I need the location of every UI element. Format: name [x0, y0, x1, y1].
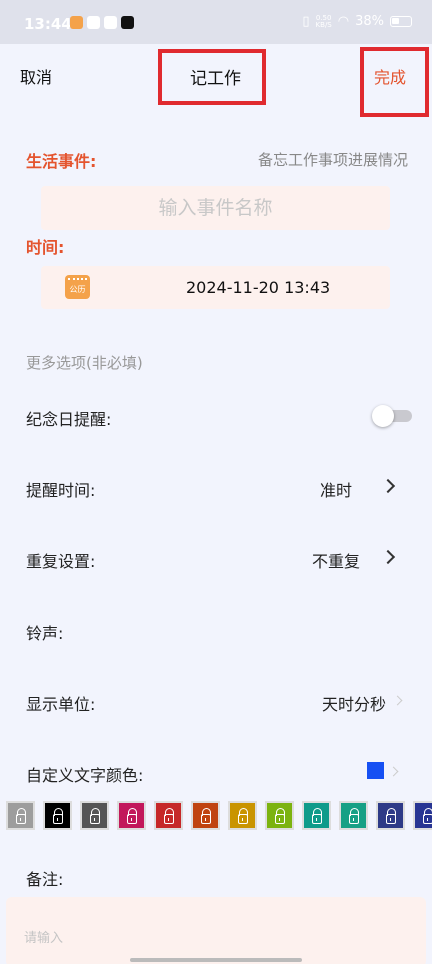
lock-icon — [349, 808, 359, 824]
lock-icon — [238, 808, 248, 824]
datetime-value: 2024-11-20 13:43 — [186, 278, 331, 297]
status-bar: 13:44 ▯ 0.50 KB/S ◠ 38% — [0, 0, 432, 44]
battery-text: 38% — [355, 14, 384, 29]
anniversary-toggle[interactable] — [372, 405, 412, 427]
event-label: 生活事件: — [26, 152, 97, 171]
lock-icon — [127, 808, 137, 824]
color-swatch[interactable] — [117, 801, 146, 830]
repeat-value[interactable]: 不重复 — [312, 548, 360, 572]
lock-icon — [53, 808, 63, 824]
remind-time-value[interactable]: 准时 — [320, 477, 352, 501]
datetime-picker[interactable]: 公历 2024-11-20 13:43 — [41, 266, 390, 309]
lock-icon — [16, 808, 26, 824]
calendar-icon: 公历 — [65, 275, 90, 299]
status-time: 13:44 — [24, 15, 72, 33]
lock-icon — [386, 808, 396, 824]
lock-icon — [423, 808, 432, 824]
more-options-label: 更多选项(非必填) — [26, 354, 143, 372]
battery-icon — [390, 16, 412, 27]
lock-icon — [275, 808, 285, 824]
chevron-right-icon[interactable] — [392, 695, 403, 706]
ringtone-label[interactable]: 铃声: — [26, 620, 63, 644]
color-swatch[interactable] — [191, 801, 220, 830]
color-swatch-row — [6, 801, 432, 830]
event-hint: 备忘工作事项进展情况 — [257, 151, 408, 169]
remind-time-label: 提醒时间: — [26, 481, 96, 500]
chevron-right-icon[interactable] — [380, 549, 396, 565]
color-swatch[interactable] — [376, 801, 405, 830]
text-color-label: 自定义文字颜色: — [26, 766, 144, 785]
color-swatch[interactable] — [265, 801, 294, 830]
selected-color-square[interactable] — [367, 762, 384, 779]
notes-label: 备注: — [26, 870, 64, 889]
wifi-icon: ◠ — [337, 14, 350, 29]
done-highlight-box — [360, 47, 429, 117]
repeat-label: 重复设置: — [26, 552, 96, 571]
color-swatch[interactable] — [228, 801, 257, 830]
status-app-icons — [70, 16, 134, 29]
color-swatch[interactable] — [302, 801, 331, 830]
net-speed-unit: KB/S — [315, 20, 332, 29]
color-swatch[interactable] — [43, 801, 72, 830]
tiktok-icon — [121, 16, 134, 29]
toggle-knob — [372, 405, 394, 427]
chevron-right-icon[interactable] — [380, 478, 396, 494]
lock-icon — [90, 808, 100, 824]
color-swatch[interactable] — [6, 801, 35, 830]
title-highlight-box — [158, 49, 266, 105]
lock-icon — [164, 808, 174, 824]
display-unit-label: 显示单位: — [26, 695, 96, 714]
color-swatch[interactable] — [80, 801, 109, 830]
lock-icon — [312, 808, 322, 824]
cancel-button[interactable]: 取消 — [20, 64, 52, 88]
display-unit-value[interactable]: 天时分秒 — [322, 691, 386, 715]
app-notification-icon — [87, 16, 100, 29]
event-name-input[interactable] — [41, 186, 390, 230]
chevron-right-icon[interactable] — [388, 766, 399, 777]
app-notification-icon — [104, 16, 117, 29]
app-notification-icon — [70, 16, 83, 29]
lock-icon — [201, 808, 211, 824]
color-swatch[interactable] — [154, 801, 183, 830]
time-label: 时间: — [26, 238, 65, 257]
home-indicator[interactable] — [130, 958, 302, 962]
vibrate-icon: ▯ — [302, 14, 310, 29]
anniversary-label: 纪念日提醒: — [26, 410, 112, 429]
color-swatch[interactable] — [339, 801, 368, 830]
color-swatch[interactable] — [413, 801, 432, 830]
net-speed: 0.50 KB/S — [315, 14, 332, 29]
status-right: ▯ 0.50 KB/S ◠ 38% — [302, 14, 412, 29]
notes-input[interactable] — [6, 897, 426, 964]
